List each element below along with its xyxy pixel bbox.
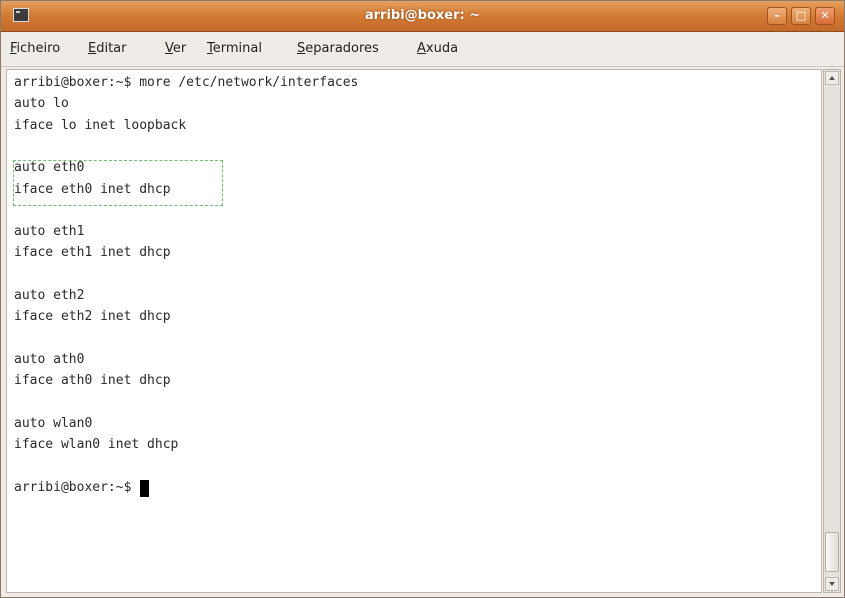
terminal-line: iface wlan0 inet dhcp	[14, 437, 179, 453]
menu-ver[interactable]: Ver	[165, 41, 186, 56]
window-title: arribi@boxer: ~	[364, 8, 481, 23]
terminal-window: arribi@boxer: ~ – □ ✕ Ficheiro Editar Ve…	[0, 0, 845, 598]
terminal-line: auto eth0	[14, 160, 85, 176]
terminal-line: auto eth1	[14, 224, 85, 240]
terminal-line: arribi@boxer:~$	[14, 479, 140, 495]
terminal-output[interactable]: arribi@boxer:~$ more /etc/network/interf…	[6, 69, 822, 593]
scroll-up-icon[interactable]	[825, 71, 839, 85]
minimize-button[interactable]: –	[767, 7, 787, 25]
menu-axuda[interactable]: Axuda	[417, 41, 458, 56]
terminal-line: iface eth1 inet dhcp	[14, 245, 171, 261]
close-button[interactable]: ✕	[815, 7, 835, 25]
scrollbar-thumb[interactable]	[825, 532, 839, 572]
terminal-line: arribi@boxer:~$ more /etc/network/interf…	[14, 75, 359, 90]
terminal-line: auto ath0	[14, 351, 85, 367]
vertical-scrollbar[interactable]	[823, 69, 841, 593]
scroll-down-icon[interactable]	[825, 577, 839, 591]
terminal-line: auto eth2	[14, 288, 85, 303]
terminal-line: iface eth0 inet dhcp	[14, 181, 171, 197]
text-cursor	[140, 479, 150, 497]
menu-editar[interactable]: Editar	[88, 41, 127, 56]
menu-bar: Ficheiro Editar Ver Terminal Separadores…	[1, 32, 844, 67]
terminal-line: iface eth2 inet dhcp	[14, 309, 171, 325]
maximize-button[interactable]: □	[791, 7, 811, 25]
terminal-line: auto lo	[14, 96, 69, 112]
terminal-line: auto wlan0	[14, 415, 93, 431]
terminal-line: iface ath0 inet dhcp	[14, 373, 171, 389]
menu-separadores[interactable]: Separadores	[297, 41, 379, 56]
menu-terminal[interactable]: Terminal	[207, 41, 262, 56]
menu-ficheiro[interactable]: Ficheiro	[10, 41, 60, 56]
terminal-line: iface lo inet loopback	[14, 117, 187, 133]
title-bar[interactable]: arribi@boxer: ~ – □ ✕	[1, 1, 844, 32]
